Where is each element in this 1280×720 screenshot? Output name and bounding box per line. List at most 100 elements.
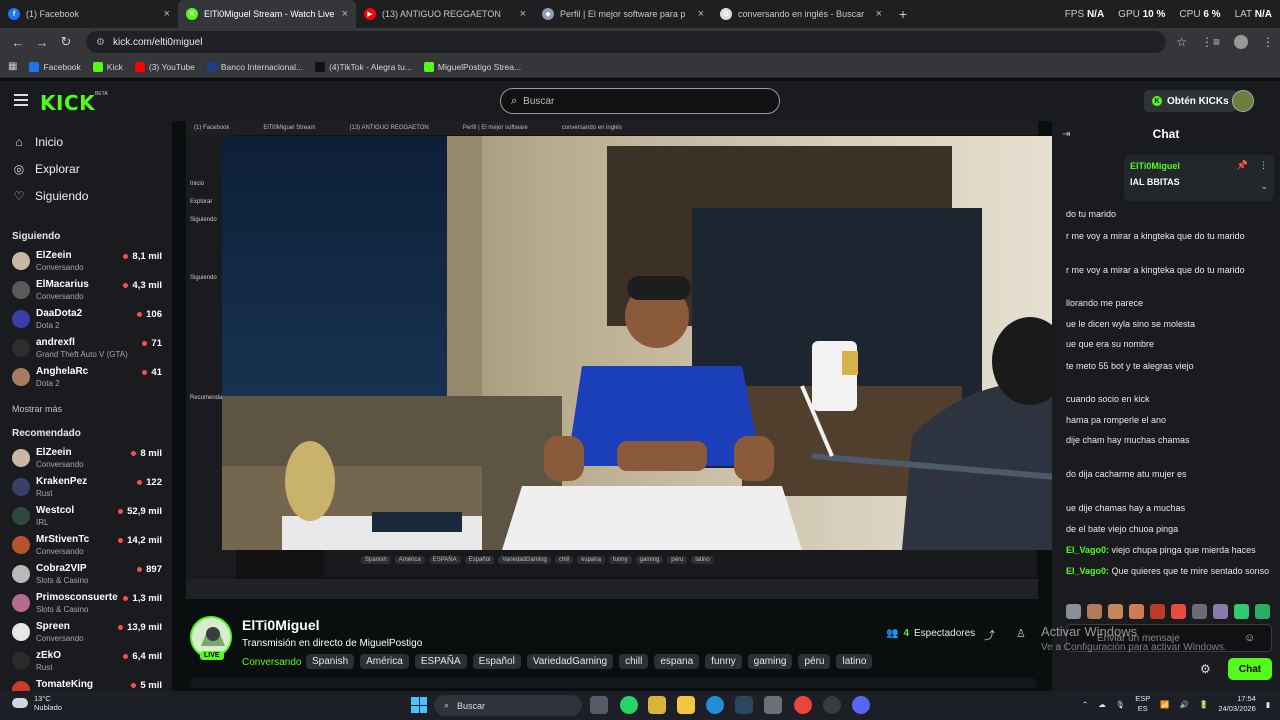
emote-icon[interactable] — [1171, 603, 1186, 619]
task-view-icon[interactable] — [590, 696, 608, 714]
stream-tag[interactable]: Español — [472, 654, 521, 669]
sidebar-channel[interactable]: Primosconsuerte Slots & Casino 1,3 mil — [12, 591, 162, 617]
app-r-icon[interactable] — [648, 696, 666, 714]
edge-icon[interactable] — [706, 696, 724, 714]
stream-tag[interactable]: espana — [654, 654, 700, 669]
stream-tag[interactable]: América — [360, 654, 409, 669]
bookmark-item[interactable]: Banco Internacional... — [206, 61, 303, 72]
bookmark-star-icon[interactable]: ☆ — [1176, 35, 1187, 49]
emote-icon[interactable] — [1213, 603, 1228, 619]
chat-username[interactable]: El_Vago0: — [1066, 566, 1109, 576]
menu-icon[interactable]: ⋮ — [1262, 35, 1274, 49]
hamburger-menu-icon[interactable] — [14, 94, 28, 106]
stream-tag[interactable]: ESPAÑA — [414, 654, 467, 669]
emote-icon[interactable] — [1150, 603, 1165, 619]
sidebar-channel[interactable]: ElZeein Conversando 8 mil — [12, 446, 162, 472]
emote-icon[interactable] — [1087, 603, 1102, 619]
sidebar-channel[interactable]: Cobra2VIP Slots & Casino 897 — [12, 562, 162, 588]
emote-icon[interactable] — [1108, 603, 1123, 619]
notifications-icon[interactable]: ▮ — [1266, 700, 1270, 709]
share-icon[interactable]: ⤴ — [984, 627, 995, 643]
pin-icon[interactable]: 📌 — [1237, 160, 1248, 171]
kick-logo[interactable]: KICK — [40, 91, 95, 115]
sidebar-channel[interactable]: ElZeein Conversando 8,1 mil — [12, 249, 162, 275]
url-bar[interactable]: ⚙ kick.com/elti0miguel — [86, 31, 1167, 53]
sidebar-channel[interactable]: Westcol IRL 52,9 mil — [12, 504, 162, 530]
sidebar-channel[interactable]: andrexfl Grand Theft Auto V (GTA) 71 — [12, 336, 162, 362]
file-explorer-icon[interactable] — [677, 696, 695, 714]
stream-category[interactable]: Conversando — [242, 657, 301, 668]
nav-inicio[interactable]: ⌂ Inicio — [12, 135, 63, 149]
volume-icon[interactable]: 🔊 — [1180, 700, 1189, 709]
emote-icon[interactable] — [1234, 603, 1249, 619]
bookmark-item[interactable]: (3) YouTube — [134, 61, 195, 72]
stream-tag[interactable]: latino — [836, 654, 873, 669]
apps-grid-icon[interactable]: ▦ — [8, 61, 17, 72]
language-indicator[interactable]: ESP ES — [1135, 694, 1150, 714]
whatsapp-icon[interactable] — [620, 696, 638, 714]
close-icon[interactable]: × — [698, 8, 704, 20]
sidebar-channel[interactable]: MrStivenTc Conversando 14,2 mil — [12, 533, 162, 559]
tray-expand-icon[interactable]: ⌃ — [1082, 700, 1088, 709]
profile-avatar[interactable] — [1234, 35, 1248, 49]
browser-tab[interactable]: ◆ Perfil | El mejor software para p × — [534, 0, 712, 28]
sidebar-channel[interactable]: DaaDota2 Dota 2 106 — [12, 307, 162, 333]
chat-username[interactable]: El_Vago0: — [1066, 545, 1109, 555]
bookmark-item[interactable]: MiguelPostigo Strea... — [423, 61, 521, 72]
stream-tag[interactable]: Spanish — [306, 654, 355, 669]
browser-tab[interactable]: Gconversando en inglés - Buscar × — [712, 0, 890, 28]
browser-tab[interactable]: f (1) Facebook × — [0, 0, 178, 28]
stream-tag[interactable]: VariedadGaming — [526, 654, 614, 669]
sidebar-channel[interactable]: Spreen Conversando 13,9 mil — [12, 620, 162, 646]
show-more-link[interactable]: Mostrar más — [12, 404, 62, 414]
search-input[interactable]: ⌕ Buscar — [500, 88, 780, 114]
close-icon[interactable]: × — [164, 8, 170, 20]
clock[interactable]: 17:54 24/03/2026 — [1218, 694, 1256, 714]
gear-icon[interactable]: ⚙ — [1200, 662, 1211, 676]
emoji-icon[interactable]: ☺ — [1244, 632, 1255, 644]
windows-start-icon[interactable] — [411, 697, 427, 713]
bookmark-item[interactable]: (4)TikTok - Alegra tu... — [315, 61, 412, 72]
emote-icon[interactable] — [1255, 603, 1270, 619]
extensions-icon[interactable]: ⋮≡ — [1201, 35, 1220, 49]
close-icon[interactable]: × — [342, 8, 348, 20]
browser-tab[interactable]: K ElTi0Miguel Stream - Watch Live × — [178, 0, 356, 28]
emote-icon[interactable] — [1066, 603, 1081, 619]
back-icon[interactable]: ← — [6, 35, 30, 50]
site-info-icon[interactable]: ⚙ — [96, 37, 105, 48]
chevron-down-icon[interactable]: ⌄ — [1260, 181, 1268, 192]
close-icon[interactable]: × — [876, 8, 882, 20]
stream-tag[interactable]: chill — [619, 654, 649, 669]
chat-send-button[interactable]: Chat — [1228, 658, 1272, 680]
emote-icon[interactable] — [1192, 603, 1207, 619]
emote-icon[interactable] — [1129, 603, 1144, 619]
pinned-message[interactable]: ElTi0Miguel IAL BBITAS 📌 ⋮ ⌄ — [1124, 155, 1274, 201]
stream-tag[interactable]: funny — [705, 654, 742, 669]
follow-icon[interactable]: ♙ — [1016, 627, 1026, 640]
store-icon[interactable] — [764, 696, 782, 714]
get-kicks-button[interactable]: K Obtén KICKs — [1144, 90, 1237, 112]
sidebar-channel[interactable]: TomateKing 5 mil — [12, 678, 162, 691]
nav-siguiendo[interactable]: ♡ Siguiendo — [12, 189, 89, 203]
forward-icon[interactable]: → — [30, 35, 54, 50]
reload-icon[interactable]: ↻ — [54, 34, 78, 50]
more-options-icon[interactable]: ⋮ — [1259, 160, 1268, 171]
chrome-icon[interactable] — [794, 696, 812, 714]
steam-icon[interactable] — [735, 696, 753, 714]
sidebar-channel[interactable]: AnghelaRc Dota 2 41 — [12, 365, 162, 391]
user-avatar[interactable] — [1232, 90, 1254, 112]
stream-tag[interactable]: gaming — [747, 654, 793, 669]
taskbar-search[interactable]: ⌕ Buscar — [434, 695, 582, 716]
bookmark-item[interactable]: Facebook — [29, 61, 81, 72]
new-tab-button[interactable]: + — [890, 0, 916, 28]
nav-explorar[interactable]: ◎ Explorar — [12, 162, 80, 176]
sidebar-channel[interactable]: zEkO Rust 6,4 mil — [12, 649, 162, 675]
sidebar-channel[interactable]: KrakenPez Rust 122 — [12, 475, 162, 501]
bookmark-item[interactable]: Kick — [92, 61, 123, 72]
onedrive-icon[interactable]: ☁ — [1098, 700, 1106, 709]
stream-tag[interactable]: péru — [798, 654, 831, 669]
battery-icon[interactable]: 🔋 — [1199, 700, 1208, 709]
wifi-icon[interactable]: 📶 — [1160, 700, 1169, 709]
browser-tab[interactable]: ▶ (13) ANTIGUO REGGAETON × — [356, 0, 534, 28]
close-icon[interactable]: × — [520, 8, 526, 20]
